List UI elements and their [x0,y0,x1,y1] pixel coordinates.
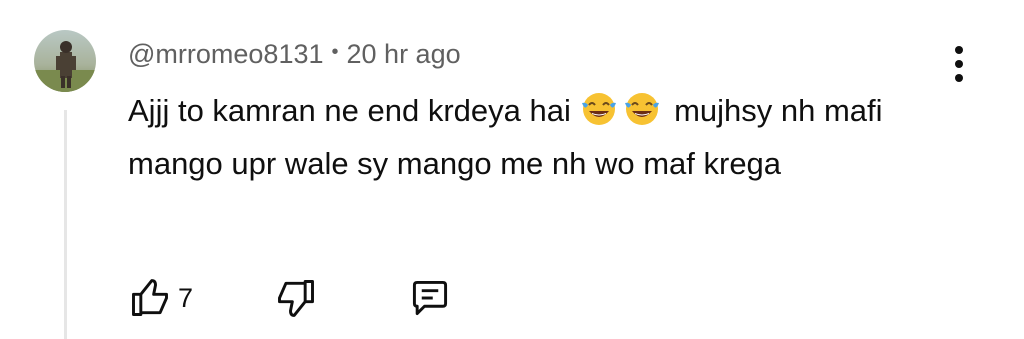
like-button[interactable]: 7 [128,276,193,320]
reply-button[interactable] [408,276,452,320]
author-name[interactable]: @mrromeo8131 [128,39,324,70]
comment-timestamp: 20 hr ago [346,38,461,69]
comment-text: Ajjj to kamran ne end krdeya hai mujhsy … [128,84,948,190]
comment-reply-icon [412,280,448,316]
thumb-up-icon [132,279,168,316]
thread-line [64,110,67,339]
thumb-down-icon [278,280,314,317]
face-with-tears-of-joy-icon [582,93,617,125]
avatar-image [34,30,96,92]
more-vert-icon[interactable] [944,44,974,84]
comment-header: @mrromeo8131 • 20 hr ago [128,38,461,70]
dislike-button[interactable] [274,276,318,320]
avatar[interactable] [34,30,96,92]
comment-text-part1: Ajjj to kamran ne end krdeya hai [128,93,580,128]
separator-dot: • [331,40,339,63]
comment-item: @mrromeo8131 • 20 hr ago Ajjj to kamran … [0,0,1024,339]
face-with-tears-of-joy-icon [625,93,660,125]
like-count: 7 [178,282,194,313]
